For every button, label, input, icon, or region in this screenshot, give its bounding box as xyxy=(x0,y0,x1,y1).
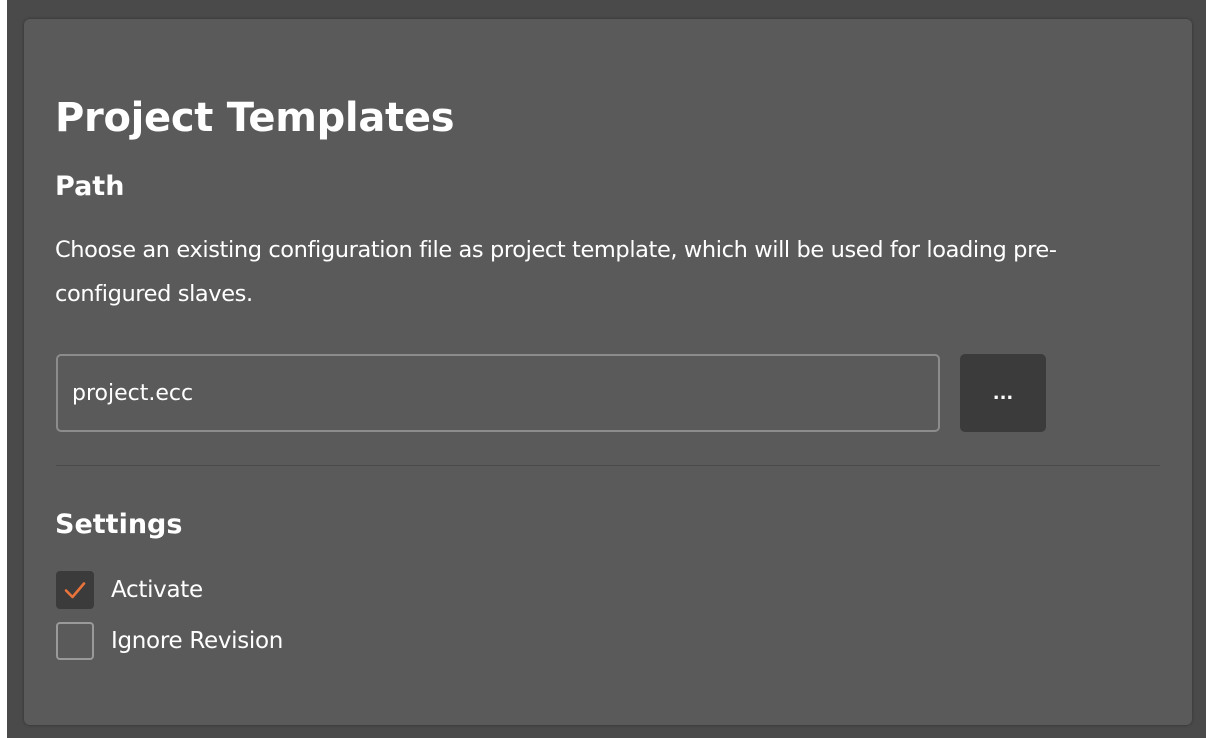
activate-label: Activate xyxy=(111,577,203,603)
ignore-revision-label: Ignore Revision xyxy=(111,628,284,654)
section-divider xyxy=(56,465,1160,466)
path-description: Choose an existing configuration file as… xyxy=(55,237,1057,307)
ignore-revision-checkbox[interactable] xyxy=(56,622,94,660)
browse-button[interactable]: ... xyxy=(960,354,1046,432)
template-path-input[interactable] xyxy=(56,354,940,432)
activate-option[interactable]: Activate xyxy=(56,571,203,609)
page-title: Project Templates xyxy=(55,95,455,141)
path-section-heading: Path xyxy=(55,171,125,202)
checkmark-icon xyxy=(64,582,86,599)
ignore-revision-option[interactable]: Ignore Revision xyxy=(56,622,283,660)
settings-section-heading: Settings xyxy=(55,509,183,540)
activate-checkbox[interactable] xyxy=(56,571,94,609)
